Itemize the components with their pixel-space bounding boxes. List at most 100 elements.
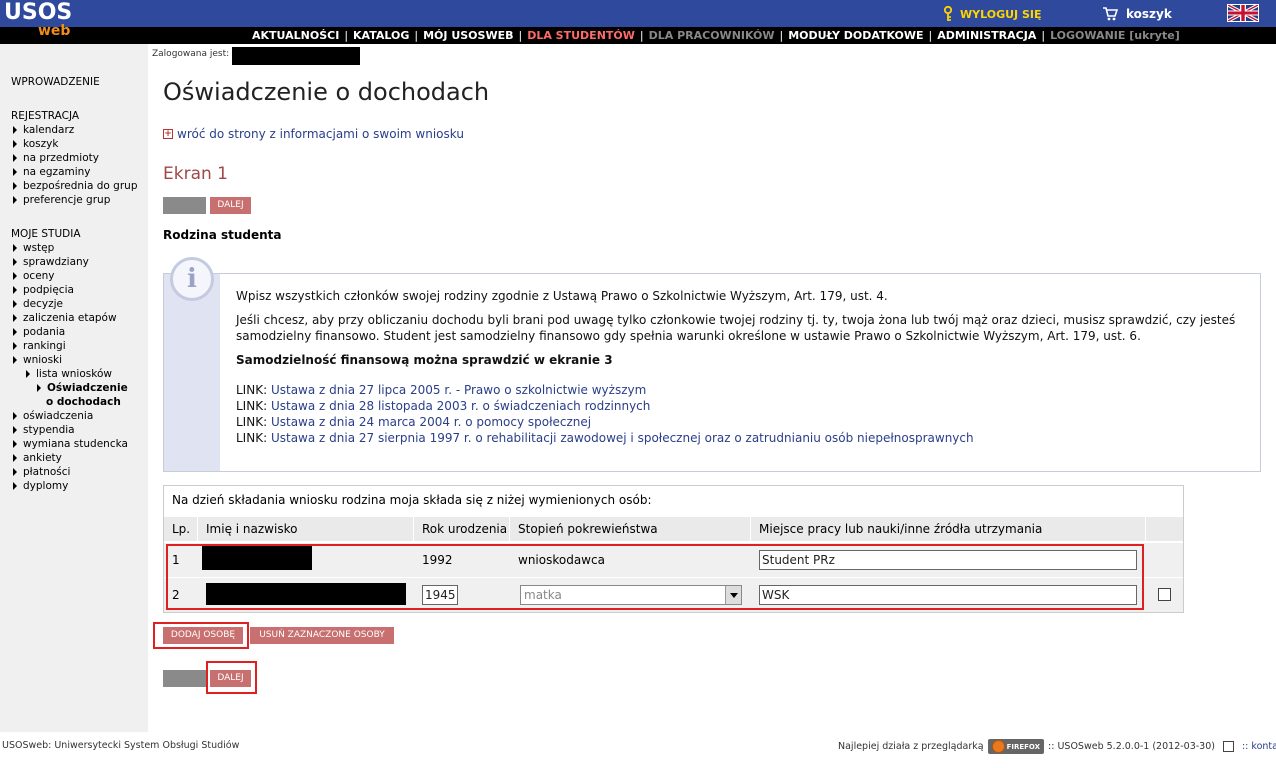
law-link[interactable]: Ustawa z dnia 28 listopada 2003 r. o świ…: [271, 399, 650, 413]
sidebar-item-label: lista wniosków: [36, 368, 112, 380]
nav-item[interactable]: MÓJ USOSWEB: [423, 29, 513, 42]
sidebar-item-label: ankiety: [23, 452, 62, 464]
law-link-line: LINK: Ustawa z dnia 27 lipca 2005 r. - P…: [236, 382, 1246, 398]
rows-highlight: [166, 544, 1144, 610]
usos-logo[interactable]: USOS: [4, 2, 72, 24]
nav-item[interactable]: DLA PRACOWNIKÓW: [649, 29, 775, 42]
triangle-right-icon: [13, 468, 17, 476]
cart-icon: [1103, 7, 1118, 21]
sidebar-item-current[interactable]: Oświadczenie: [13, 381, 128, 395]
sidebar-item[interactable]: stypendia: [13, 423, 128, 437]
triangle-right-icon: [13, 154, 17, 162]
sidebar-item-label: wstęp: [23, 242, 55, 254]
triangle-right-icon: [13, 182, 17, 190]
sidebar-item[interactable]: ankiety: [13, 451, 128, 465]
nav-item[interactable]: MODUŁY DODATKOWE: [788, 29, 923, 42]
sidebar-item[interactable]: na egzaminy: [13, 165, 137, 179]
law-link[interactable]: Ustawa z dnia 24 marca 2004 r. o pomocy …: [271, 415, 591, 429]
sidebar-item[interactable]: decyzje: [13, 297, 128, 311]
sidebar-item[interactable]: na przedmioty: [13, 151, 137, 165]
link-prefix: LINK:: [236, 399, 268, 413]
footer-best-with: Najlepiej działa z przeglądarką: [838, 741, 984, 752]
info-paragraph-1: Wpisz wszystkich członków swojej rodziny…: [236, 289, 888, 303]
footer-checkbox[interactable]: [1222, 741, 1234, 752]
top-header: USOS WYLOGUJ SIĘ koszyk: [0, 0, 1276, 27]
select-row-checkbox-2[interactable]: [1158, 588, 1171, 601]
contact-link[interactable]: :: kontakt: [1242, 741, 1276, 752]
sidebar-item[interactable]: płatności: [13, 465, 128, 479]
sidebar-item-label: preferencje grup: [23, 194, 111, 206]
firefox-badge[interactable]: FIREFOX: [987, 739, 1045, 754]
sidebar-item[interactable]: podpięcia: [13, 283, 128, 297]
sidebar-item-label: oceny: [23, 270, 55, 282]
sidebar-item[interactable]: kalendarz: [13, 123, 137, 137]
sidebar-item[interactable]: zaliczenia etapów: [13, 311, 128, 325]
sidebar-item-current-line2[interactable]: o dochodach: [13, 395, 128, 409]
sidebar-item-label: dyplomy: [23, 480, 69, 492]
sidebar-item[interactable]: preferencje grup: [13, 193, 137, 207]
sidebar-item[interactable]: wymiana studencka: [13, 437, 128, 451]
triangle-right-icon: [13, 482, 17, 490]
sidebar-intro[interactable]: WPROWADZENIE: [11, 76, 100, 88]
sidebar-item[interactable]: wnioski: [13, 353, 128, 367]
sidebar-item[interactable]: rankingi: [13, 339, 128, 353]
sidebar-item[interactable]: koszyk: [13, 137, 137, 151]
sidebar-item[interactable]: oceny: [13, 269, 128, 283]
nav-separator: |: [779, 29, 784, 42]
nav-item[interactable]: ADMINISTRACJA: [937, 29, 1036, 42]
triangle-right-icon: [13, 258, 17, 266]
nav-separator: |: [639, 29, 644, 42]
english-flag-icon[interactable]: [1227, 4, 1259, 22]
sidebar-item-label: rankingi: [23, 340, 66, 352]
page-title: Oświadczenie o dochodach: [163, 78, 490, 106]
sidebar-item-label: oświadczenia: [23, 410, 94, 422]
triangle-right-icon: [13, 440, 17, 448]
logout-link[interactable]: WYLOGUJ SIĘ: [942, 5, 1041, 23]
back-link-text: wróć do strony z informacjami o swoim wn…: [177, 127, 464, 141]
triangle-right-icon: [13, 126, 17, 134]
sidebar-item[interactable]: sprawdziany: [13, 255, 128, 269]
triangle-right-icon: [13, 272, 17, 280]
law-link[interactable]: Ustawa z dnia 27 lipca 2005 r. - Prawo o…: [271, 383, 646, 397]
column-header-workplace: Miejsce pracy lub nauki/inne źródła utrz…: [751, 517, 1146, 541]
next-button-top[interactable]: DALEJ: [210, 197, 251, 214]
triangle-right-icon: [13, 286, 17, 294]
link-prefix: LINK:: [236, 431, 268, 445]
cart-label: koszyk: [1126, 7, 1172, 21]
sidebar-item[interactable]: podania: [13, 325, 128, 339]
sidebar-item[interactable]: wstęp: [13, 241, 128, 255]
add-person-highlight: [153, 622, 249, 649]
column-header-lp: Lp.: [164, 517, 198, 541]
sidebar-item[interactable]: bezpośrednia do grup: [13, 179, 137, 193]
logged-as-label: Zalogowana jest:: [152, 49, 230, 59]
sidebar-item-label: koszyk: [23, 138, 59, 150]
nav-item[interactable]: KATALOG: [353, 29, 409, 42]
sidebar-studies-heading[interactable]: MOJE STUDIA: [11, 228, 81, 240]
back-button-disabled-bottom: [163, 670, 206, 687]
nav-separator: |: [518, 29, 523, 42]
studies-list-a: wstęp sprawdziany oceny podpięcia decyzje zal…: [13, 241, 128, 367]
remove-selected-persons-button[interactable]: USUŃ ZAZNACZONE OSOBY: [250, 627, 394, 644]
nav-item[interactable]: DLA STUDENTÓW: [527, 29, 635, 42]
triangle-right-icon: [13, 342, 17, 350]
sidebar-item[interactable]: dyplomy: [13, 479, 128, 493]
link-prefix: LINK:: [236, 383, 268, 397]
law-link-line: LINK: Ustawa z dnia 27 sierpnia 1997 r. …: [236, 430, 1246, 446]
sidebar-item-lista-wnioskow[interactable]: lista wniosków: [13, 367, 128, 381]
cart-link[interactable]: koszyk: [1102, 5, 1172, 23]
nav-separator: |: [344, 29, 349, 42]
sidebar-item-label: kalendarz: [23, 124, 75, 136]
triangle-right-icon: [13, 328, 17, 336]
nav-item[interactable]: AKTUALNOŚCI: [252, 29, 339, 42]
triangle-right-icon: [13, 244, 17, 252]
law-link-line: LINK: Ustawa z dnia 24 marca 2004 r. o p…: [236, 414, 1246, 430]
firefox-icon: [991, 740, 1005, 753]
info-box: Wpisz wszystkich członków swojej rodziny…: [163, 273, 1261, 472]
sidebar-registration-heading[interactable]: REJESTRACJA: [11, 110, 79, 122]
nav-item[interactable]: LOGOWANIE [ukryte]: [1050, 29, 1180, 42]
law-link[interactable]: Ustawa z dnia 27 sierpnia 1997 r. o reha…: [271, 431, 974, 445]
nav-items: AKTUALNOŚCI | KATALOG | MÓJ USOSWEB | DLA STUD…: [252, 29, 1180, 42]
sidebar-item[interactable]: oświadczenia: [13, 409, 128, 423]
sidebar-item-label: na przedmioty: [23, 152, 99, 164]
back-link[interactable]: + wróć do strony z informacjami o swoim …: [163, 127, 464, 141]
